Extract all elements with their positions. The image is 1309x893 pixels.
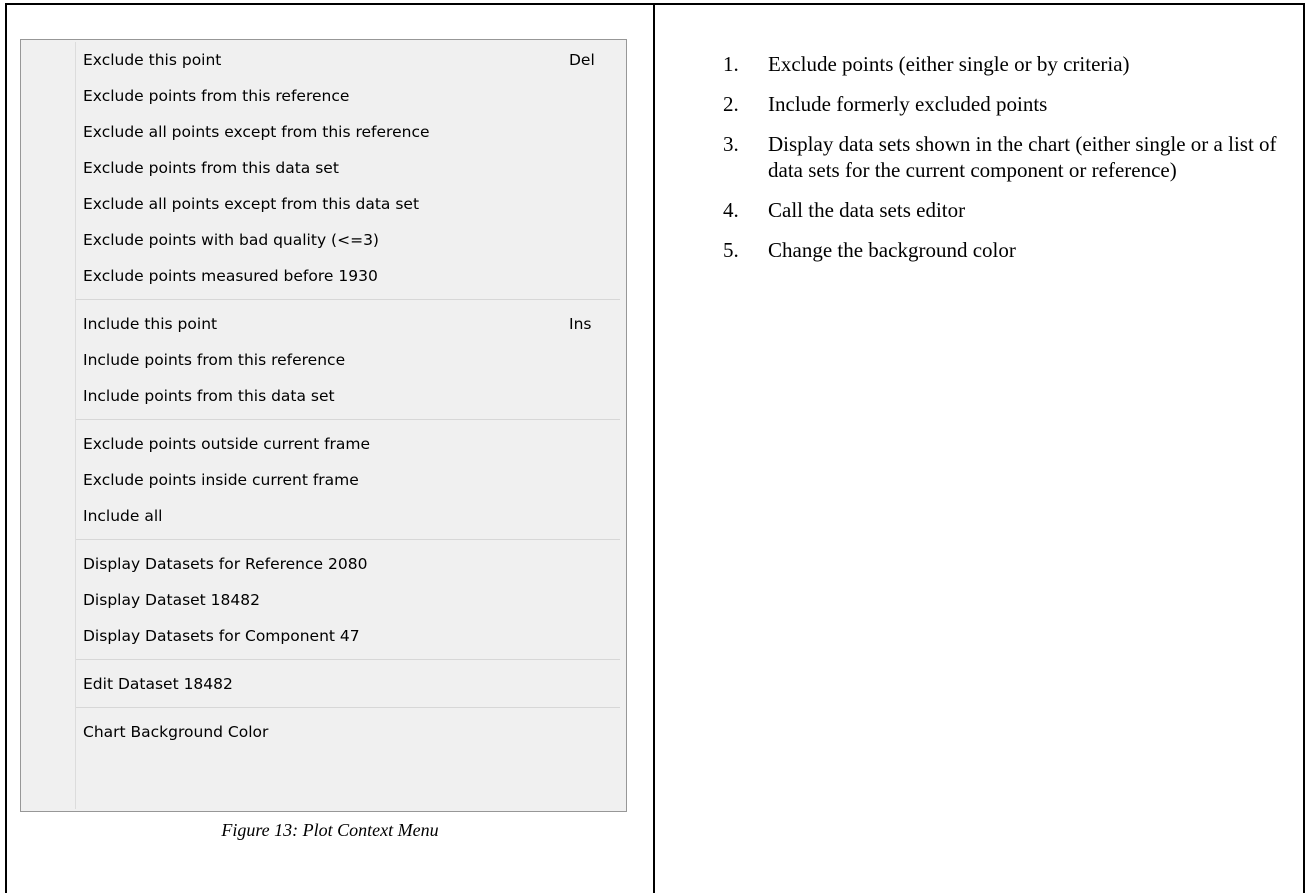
menu-item[interactable]: Exclude points outside current frame <box>83 426 626 462</box>
menu-item-shortcut: Ins <box>569 315 592 333</box>
menu-item[interactable]: Exclude points from this data set <box>83 150 626 186</box>
plot-context-menu: Exclude this point Del Exclude points from… <box>20 39 627 812</box>
menu-item[interactable]: Exclude points measured before 1930 <box>83 258 626 294</box>
menu-separator <box>76 707 620 708</box>
menu-separator <box>76 539 620 540</box>
list-item-text: Call the data sets editor <box>768 198 966 222</box>
menu-item-label: Exclude points with bad quality (<=3) <box>83 231 379 249</box>
menu-item[interactable]: Include this point Ins <box>83 306 626 342</box>
menu-item-label: Display Datasets for Reference 2080 <box>83 555 368 573</box>
list-item: 2. Include formerly excluded points <box>723 91 1293 117</box>
menu-item-label: Exclude points from this data set <box>83 159 339 177</box>
menu-item-label: Include all <box>83 507 163 525</box>
menu-item-label: Exclude points from this reference <box>83 87 350 105</box>
menu-item-label: Chart Background Color <box>83 723 269 741</box>
menu-item-label: Exclude points outside current frame <box>83 435 371 453</box>
menu-item[interactable]: Edit Dataset 18482 <box>83 666 626 702</box>
menu-item[interactable]: Exclude points inside current frame <box>83 462 626 498</box>
list-item: 5. Change the background color <box>723 237 1293 263</box>
menu-item[interactable]: Include points from this reference <box>83 342 626 378</box>
list-item: 3. Display data sets shown in the chart (… <box>723 131 1293 183</box>
menu-item-label: Exclude points measured before 1930 <box>83 267 378 285</box>
menu-item[interactable]: Exclude points from this reference <box>83 78 626 114</box>
menu-item[interactable]: Chart Background Color <box>83 714 626 750</box>
menu-separator <box>76 419 620 420</box>
menu-separator <box>76 659 620 660</box>
list-item-number: 2. <box>723 92 739 116</box>
list-item: 1. Exclude points (either single or by cr… <box>723 51 1293 77</box>
menu-item[interactable]: Exclude this point Del <box>83 42 626 78</box>
menu-item-label: Include points from this reference <box>83 351 346 369</box>
menu-item[interactable]: Display Datasets for Component 47 <box>83 618 626 654</box>
menu-item[interactable]: Include all <box>83 498 626 534</box>
menu-item-label: Include this point <box>83 315 218 333</box>
menu-item-label: Display Dataset 18482 <box>83 591 260 609</box>
list-item-number: 5. <box>723 238 739 262</box>
list-item-number: 1. <box>723 52 739 76</box>
menu-separator <box>76 299 620 300</box>
menu-item-label: Exclude all points except from this refe… <box>83 123 430 141</box>
list-item-text: Display data sets shown in the chart (ei… <box>768 132 1277 182</box>
menu-item[interactable]: Exclude all points except from this data… <box>83 186 626 222</box>
menu-item-label: Exclude points inside current frame <box>83 471 359 489</box>
menu-item[interactable]: Display Dataset 18482 <box>83 582 626 618</box>
menu-item[interactable]: Exclude points with bad quality (<=3) <box>83 222 626 258</box>
list-item-text: Include formerly excluded points <box>768 92 1048 116</box>
menu-item-label: Edit Dataset 18482 <box>83 675 233 693</box>
menu-item-shortcut: Del <box>569 51 595 69</box>
menu-item[interactable]: Include points from this data set <box>83 378 626 414</box>
list-item: 4. Call the data sets editor <box>723 197 1293 223</box>
menu-item[interactable]: Display Datasets for Reference 2080 <box>83 546 626 582</box>
menu-function-list: 1. Exclude points (either single or by cr… <box>723 51 1293 277</box>
menu-item-label: Exclude all points except from this data… <box>83 195 420 213</box>
list-item-number: 3. <box>723 132 739 156</box>
table-column-divider <box>653 3 655 893</box>
list-item-text: Change the background color <box>768 238 1016 262</box>
menu-item-label: Display Datasets for Component 47 <box>83 627 360 645</box>
list-item-number: 4. <box>723 198 739 222</box>
figure-caption: Figure 13: Plot Context Menu <box>221 820 439 840</box>
menu-icon-gutter-divider <box>75 42 76 809</box>
menu-item-label: Exclude this point <box>83 51 222 69</box>
menu-item[interactable]: Exclude all points except from this refe… <box>83 114 626 150</box>
list-item-text: Exclude points (either single or by crit… <box>768 52 1130 76</box>
menu-item-label: Include points from this data set <box>83 387 335 405</box>
